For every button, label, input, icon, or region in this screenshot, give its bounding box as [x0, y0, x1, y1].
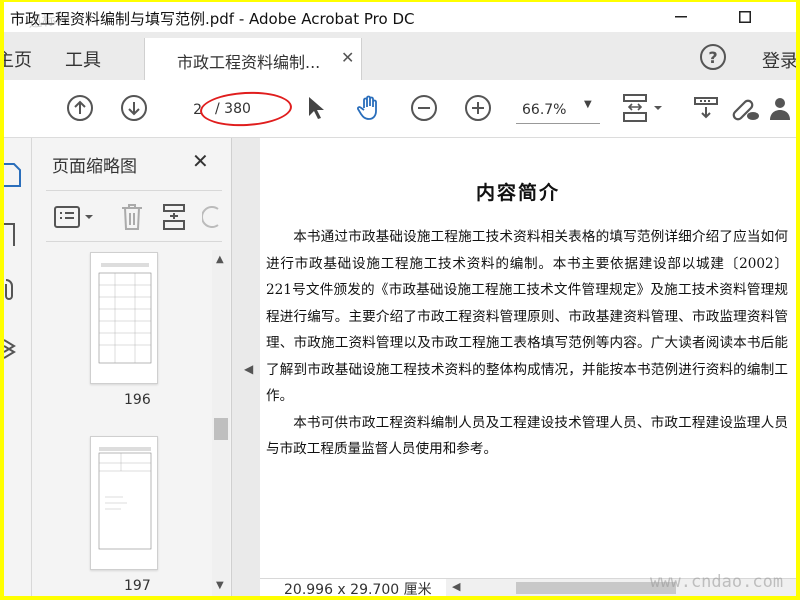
document-body: 本书通过市政基础设施工程施工技术资料相关表格的填写范例详细介绍了应当如何进行市政… — [266, 224, 788, 463]
maximize-icon — [739, 11, 751, 23]
delete-page-icon[interactable] — [120, 203, 144, 231]
previous-page-button[interactable] — [66, 94, 94, 122]
login-link[interactable]: 登录 — [762, 47, 796, 73]
select-tool-button[interactable] — [302, 94, 330, 122]
zoom-in-button[interactable] — [464, 94, 492, 122]
thumbnail-scrollbar[interactable]: ▲ ▼ — [212, 250, 230, 596]
acrobat-window: 市政工程资料编制与填写范例.pdf - Adobe Acrobat Pro DC… — [4, 2, 796, 596]
close-panel-icon[interactable]: ✕ — [192, 149, 209, 173]
arrow-down-circle-icon — [120, 94, 148, 122]
tab-document-label: 市政工程资料编制... — [177, 53, 321, 72]
help-label: ? — [708, 47, 718, 67]
scroll-mode-button[interactable] — [692, 94, 720, 122]
site-watermark: www.cndao.com — [650, 572, 784, 592]
cursor-arrow-icon — [306, 95, 326, 121]
panel-splitter[interactable]: ◀ — [232, 138, 260, 596]
plus-circle-icon — [464, 94, 492, 122]
fit-page-button[interactable] — [622, 94, 666, 122]
document-paragraph: 本书可供市政工程资料编制人员及工程建设技术管理人员、市政工程建设监理人员与市政工… — [266, 414, 788, 458]
layers-icon[interactable] — [4, 334, 18, 362]
zoom-out-button[interactable] — [410, 94, 438, 122]
rotate-page-icon[interactable] — [202, 203, 222, 231]
page-thumbnails-panel: 页面缩略图 ✕ 196 197 ▲ ▼ — [32, 138, 232, 596]
extract-page-icon[interactable] — [162, 203, 186, 231]
minimize-button[interactable] — [658, 2, 704, 32]
page-thumbnail[interactable] — [90, 252, 158, 384]
tab-tools[interactable]: 工具 — [65, 46, 101, 72]
options-menu-icon[interactable] — [54, 205, 98, 229]
title-bar: 市政工程资料编制与填写范例.pdf - Adobe Acrobat Pro DC… — [4, 2, 796, 32]
user-icon — [768, 94, 796, 122]
arrow-up-circle-icon — [66, 94, 94, 122]
next-page-button[interactable] — [120, 94, 148, 122]
hand-icon — [356, 94, 384, 122]
page-thumbnail[interactable] — [90, 436, 158, 570]
hand-tool-button[interactable] — [356, 94, 384, 122]
highlight-ellipse — [199, 89, 293, 129]
panel-title: 页面缩略图 — [52, 157, 137, 177]
page-number-input[interactable]: 2 — [180, 98, 202, 122]
minimize-icon — [675, 16, 687, 18]
thumbnail-page-number: 197 — [124, 578, 151, 594]
scroll-up-icon[interactable]: ▲ — [216, 254, 224, 265]
link-cloud-icon — [729, 94, 759, 122]
attachment-icon[interactable] — [4, 276, 18, 302]
scrollbar-thumb[interactable] — [214, 418, 228, 440]
tab-document[interactable]: 市政工程资料编制... ✕ — [144, 38, 362, 80]
toolbar: 2 / 380 66.7% ▼ — [4, 80, 796, 138]
minus-circle-icon — [410, 94, 438, 122]
panel-toolbar — [46, 190, 222, 242]
document-heading: 内容简介 — [476, 182, 561, 204]
account-button[interactable] — [768, 94, 796, 122]
page-size-readout: 20.996 x 29.700 厘米 — [284, 582, 432, 596]
fit-page-icon — [622, 93, 666, 123]
maximize-button[interactable] — [722, 2, 768, 32]
page-thumbnails-icon[interactable] — [4, 162, 22, 188]
scroll-left-icon[interactable]: ◀ — [452, 580, 460, 593]
help-icon[interactable]: ? — [700, 44, 726, 70]
left-tool-rail — [4, 138, 32, 596]
close-tab-icon[interactable]: ✕ — [341, 48, 354, 67]
share-link-button[interactable] — [729, 94, 759, 122]
scroll-mode-icon — [692, 94, 720, 122]
scroll-down-icon[interactable]: ▼ — [216, 580, 224, 591]
chevron-down-icon[interactable]: ▼ — [584, 99, 592, 110]
tab-bar: 主页 工具 市政工程资料编制... ✕ ? 登录 — [4, 32, 796, 80]
thumbnail-page-number: 196 — [124, 392, 151, 408]
document-view[interactable]: 内容简介 本书通过市政基础设施工程施工技术资料相关表格的填写范例详细介绍了应当如… — [260, 138, 796, 578]
bookmark-icon[interactable] — [4, 222, 18, 248]
document-paragraph: 本书通过市政基础设施工程施工技术资料相关表格的填写范例详细介绍了应当如何进行市政… — [266, 229, 788, 404]
collapse-panel-icon[interactable]: ◀ — [244, 362, 253, 376]
tab-home[interactable]: 主页 — [4, 46, 32, 72]
